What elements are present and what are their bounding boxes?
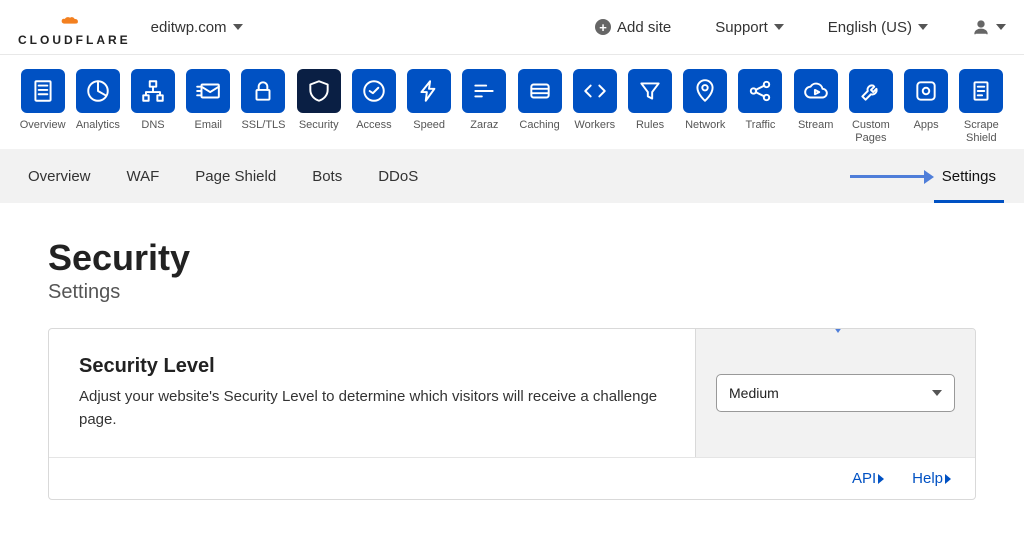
triangle-right-icon	[878, 474, 884, 484]
subnav-page-shield[interactable]: Page Shield	[195, 168, 276, 185]
nav-dns[interactable]: DNS	[128, 69, 177, 145]
nav-ssltls[interactable]: SSL/TLS	[239, 69, 288, 145]
nav-scrape-shield[interactable]: Scrape Shield	[957, 69, 1006, 145]
funnel-icon	[637, 78, 663, 104]
api-link[interactable]: API	[852, 470, 884, 487]
share-icon	[747, 78, 773, 104]
card-title: Security Level	[79, 355, 665, 378]
bolt-icon	[416, 78, 442, 104]
email-icon	[195, 78, 221, 104]
nav-access[interactable]: Access	[349, 69, 398, 145]
main-nav: Overview Analytics DNS Email SSL/TLS Sec…	[0, 55, 1024, 149]
site-name: editwp.com	[151, 19, 227, 36]
nav-stream[interactable]: Stream	[791, 69, 840, 145]
select-value: Medium	[729, 385, 779, 401]
pie-icon	[85, 78, 111, 104]
target-icon	[913, 78, 939, 104]
security-level-select[interactable]: Medium	[716, 374, 955, 412]
security-subnav: Overview WAF Page Shield Bots DDoS Setti…	[0, 149, 1024, 203]
nav-custom-pages[interactable]: Custom Pages	[846, 69, 895, 145]
nav-caching[interactable]: Caching	[515, 69, 564, 145]
annotation-arrow-right	[850, 175, 930, 178]
cloudflare-logo[interactable]: CLOUDFLARE	[18, 8, 131, 46]
subnav-overview[interactable]: Overview	[28, 168, 91, 185]
add-site-label: Add site	[617, 19, 671, 36]
nav-speed[interactable]: Speed	[405, 69, 454, 145]
card-description: Adjust your website's Security Level to …	[79, 386, 665, 431]
nav-workers[interactable]: Workers	[570, 69, 619, 145]
chevron-down-icon	[996, 24, 1006, 30]
nav-apps[interactable]: Apps	[902, 69, 951, 145]
chevron-down-icon	[932, 390, 942, 396]
annotation-arrow-down	[836, 328, 840, 329]
language-menu[interactable]: English (US)	[828, 19, 928, 36]
lock-icon	[250, 78, 276, 104]
database-icon	[527, 78, 553, 104]
subnav-settings[interactable]: Settings	[942, 151, 996, 202]
plus-circle-icon: +	[595, 19, 611, 35]
nav-email[interactable]: Email	[184, 69, 233, 145]
page-icon	[968, 78, 994, 104]
chevron-down-icon	[774, 24, 784, 30]
access-icon	[361, 78, 387, 104]
nav-security[interactable]: Security	[294, 69, 343, 145]
security-level-card: Security Level Adjust your website's Sec…	[48, 328, 976, 500]
nav-overview[interactable]: Overview	[18, 69, 67, 145]
top-header: CLOUDFLARE editwp.com + Add site Support…	[0, 0, 1024, 55]
page-title: Security	[48, 237, 976, 279]
lines-icon	[471, 78, 497, 104]
chevron-down-icon	[233, 24, 243, 30]
brand-text: CLOUDFLARE	[18, 34, 131, 46]
support-label: Support	[715, 19, 768, 36]
cloud-play-icon	[803, 78, 829, 104]
subnav-ddos[interactable]: DDoS	[378, 168, 418, 185]
shield-icon	[306, 78, 332, 104]
nav-rules[interactable]: Rules	[625, 69, 674, 145]
user-menu[interactable]	[972, 18, 1006, 36]
add-site-button[interactable]: + Add site	[595, 19, 671, 36]
chevron-down-icon	[918, 24, 928, 30]
sitemap-icon	[140, 78, 166, 104]
document-icon	[30, 78, 56, 104]
triangle-right-icon	[945, 474, 951, 484]
help-link[interactable]: Help	[912, 470, 951, 487]
page-content: Security Settings Security Level Adjust …	[0, 203, 1024, 534]
lang-label: English (US)	[828, 19, 912, 36]
nav-analytics[interactable]: Analytics	[73, 69, 122, 145]
site-selector[interactable]: editwp.com	[151, 19, 243, 36]
nav-network[interactable]: Network	[681, 69, 730, 145]
page-subtitle: Settings	[48, 281, 976, 304]
code-icon	[582, 78, 608, 104]
support-menu[interactable]: Support	[715, 19, 784, 36]
wrench-icon	[858, 78, 884, 104]
subnav-waf[interactable]: WAF	[127, 168, 160, 185]
nav-zaraz[interactable]: Zaraz	[460, 69, 509, 145]
subnav-bots[interactable]: Bots	[312, 168, 342, 185]
pin-icon	[692, 78, 718, 104]
nav-traffic[interactable]: Traffic	[736, 69, 785, 145]
